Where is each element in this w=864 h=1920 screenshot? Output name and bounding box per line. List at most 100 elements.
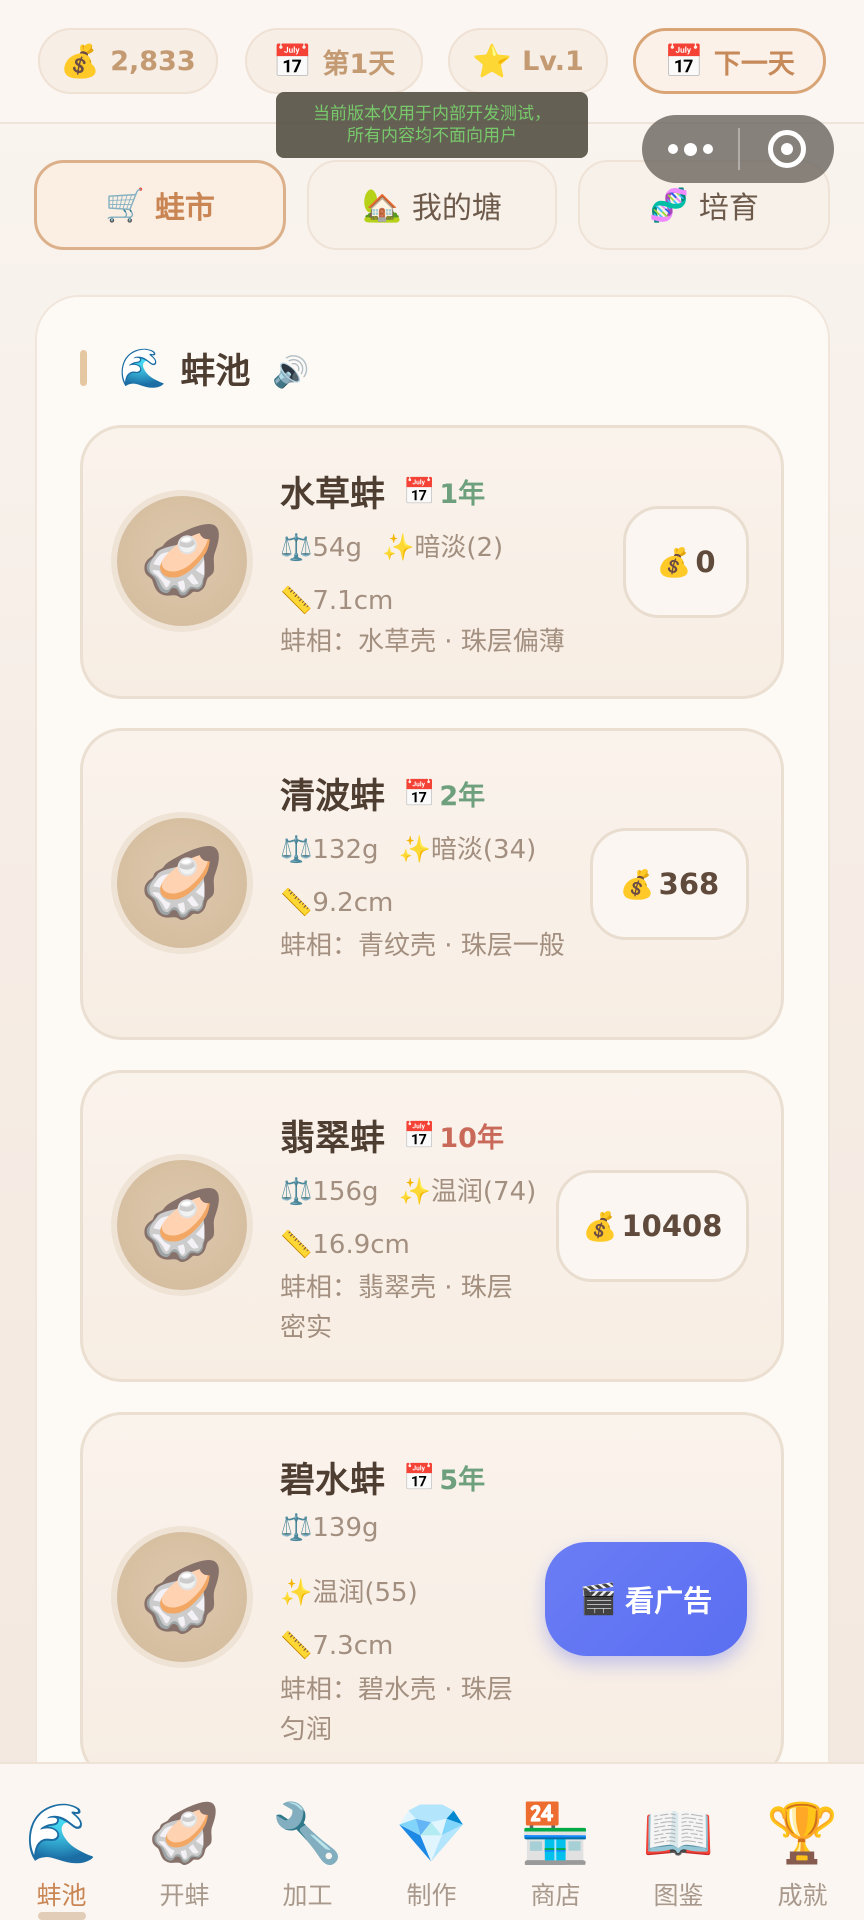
clam-avatar: 🦪 — [117, 1160, 247, 1290]
clam-age: 📅 2年 — [403, 774, 485, 813]
clam-size-line: 📏16.9cm — [280, 1230, 410, 1260]
more-menu-button[interactable] — [642, 115, 738, 183]
clam-stats: ⚖️139g — [280, 1513, 379, 1543]
level-pill: ⭐ Lv.1 — [448, 28, 608, 94]
price-value: 0 — [695, 545, 716, 579]
wave-icon: 🌊 — [119, 345, 167, 390]
house-icon: 🏡 — [362, 186, 402, 224]
toast-line-1: 当前版本仅用于内部开发测试， — [313, 104, 551, 124]
clam-appearance: 蚌相：碧水壳 · 珠层匀润 — [280, 1675, 513, 1745]
nav-item-store[interactable]: 🏪 商店 — [494, 1764, 617, 1920]
tab-label: 蛙市 — [154, 191, 215, 226]
more-dots-icon — [667, 144, 678, 154]
tab-label: 我的塘 — [411, 191, 502, 226]
oyster-icon: 🦪 — [139, 1558, 225, 1637]
clam-size-line: 📏7.1cm — [280, 586, 393, 616]
clam-stats: ⚖️156g ✨温润(74) — [280, 1171, 536, 1208]
clam-name: 清波蚌 — [280, 777, 386, 817]
clam-appearance: 蚌相：水草壳 · 珠层偏薄 — [280, 627, 565, 657]
section-title: 蚌池 — [180, 351, 251, 392]
tab-my-pond[interactable]: 🏡 我的塘 — [307, 160, 557, 250]
ruler-icon: 📏 — [280, 888, 313, 918]
calendar-icon: 📅 — [664, 42, 704, 80]
watch-ad-button[interactable]: 🎬 看广告 — [545, 1542, 747, 1656]
clam-luster: 温润(55) — [312, 1578, 418, 1608]
watch-ad-label: 看广告 — [625, 1584, 713, 1618]
level-value: Lv.1 — [522, 45, 584, 77]
calendar-icon: 📅 — [403, 476, 436, 507]
clam-size-line: 📏9.2cm — [280, 888, 393, 918]
trophy-icon: 🏆 — [766, 1799, 839, 1867]
price-value: 10408 — [621, 1209, 723, 1243]
clam-age-value: 1年 — [439, 479, 486, 510]
ruler-icon: 📏 — [280, 586, 313, 616]
clam-size-line: 📏7.3cm — [280, 1631, 393, 1661]
calendar-icon: 📅 — [403, 1462, 436, 1493]
scale-icon: ⚖️ — [280, 533, 313, 563]
day-value: 第1天 — [322, 48, 396, 80]
clam-luster: 温润(74) — [430, 1177, 537, 1207]
miniprogram-capsule — [642, 115, 834, 183]
ruler-icon: 📏 — [280, 1230, 313, 1260]
nav-item-codex[interactable]: 📖 图鉴 — [617, 1764, 740, 1920]
nav-item-open[interactable]: 🦪 开蚌 — [123, 1764, 246, 1920]
price-button[interactable]: 💰 368 — [590, 828, 749, 940]
clam-luster: 暗淡(2) — [414, 533, 504, 563]
store-icon: 🏪 — [519, 1799, 592, 1867]
clam-name: 翡翠蚌 — [280, 1119, 386, 1159]
price-button[interactable]: 💰 10408 — [556, 1170, 749, 1282]
money-bag-icon: 💰 — [60, 42, 101, 80]
nav-item-pool[interactable]: 🌊 蚌池 — [0, 1764, 123, 1920]
money-bag-icon: 💰 — [582, 1209, 618, 1243]
nav-item-achievements[interactable]: 🏆 成就 — [741, 1764, 864, 1920]
bottom-nav: 🌊 蚌池 🦪 开蚌 🔧 加工 💎 制作 🏪 商店 📖 图鉴 🏆 成就 — [0, 1762, 864, 1920]
coins-value: 2,833 — [110, 45, 196, 77]
more-dots-icon — [683, 142, 697, 156]
dna-icon: 🧬 — [649, 186, 689, 224]
sparkles-icon: ✨ — [398, 835, 431, 865]
oyster-icon: 🦪 — [139, 1186, 225, 1265]
clam-weight: 156g — [312, 1177, 379, 1207]
nav-label: 图鉴 — [653, 1881, 704, 1910]
nav-label: 商店 — [530, 1881, 581, 1910]
next-day-label: 下一天 — [713, 48, 795, 80]
oyster-icon: 🦪 — [139, 522, 225, 601]
money-bag-icon: 💰 — [656, 545, 692, 579]
tab-market[interactable]: 🛒 蛙市 — [34, 160, 286, 250]
section-header: 🌊 蚌池 🔊 — [80, 340, 310, 396]
more-dots-icon — [702, 144, 713, 154]
target-icon — [768, 130, 806, 168]
app-page: 💰 2,833 📅 第1天 ⭐ Lv.1 📅 下一天 🛒 蛙市 🏡 我的塘 🧬 … — [0, 0, 864, 1920]
clam-avatar: 🦪 — [117, 1532, 247, 1662]
clam-weight: 139g — [312, 1513, 379, 1543]
scale-icon: ⚖️ — [280, 1177, 313, 1207]
wave-icon: 🌊 — [25, 1799, 98, 1867]
clam-name: 水草蚌 — [280, 475, 386, 515]
nav-item-process[interactable]: 🔧 加工 — [246, 1764, 369, 1920]
clam-size: 7.3cm — [312, 1631, 394, 1661]
next-day-button[interactable]: 📅 下一天 — [633, 28, 826, 94]
nav-label: 蚌池 — [36, 1881, 87, 1910]
clam-stats: ⚖️54g ✨暗淡(2) — [280, 527, 503, 564]
clam-age-value: 2年 — [439, 781, 486, 812]
oyster-icon: 🦪 — [148, 1799, 221, 1867]
nav-active-indicator — [38, 1912, 86, 1920]
oyster-icon: 🦪 — [139, 844, 225, 923]
dev-notice-toast: 当前版本仅用于内部开发测试， 所有内容均不面向用户 — [276, 92, 588, 158]
speaker-icon[interactable]: 🔊 — [272, 355, 309, 390]
clam-age: 📅 10年 — [403, 1116, 504, 1155]
clam-age: 📅 5年 — [403, 1458, 485, 1497]
nav-label: 加工 — [282, 1881, 333, 1910]
clam-name: 碧水蚌 — [280, 1461, 386, 1501]
clam-luster-line: ✨温润(55) — [280, 1572, 418, 1609]
clapper-icon: 🎬 — [579, 1581, 618, 1617]
clam-size: 9.2cm — [312, 888, 394, 918]
section-accent-bar — [80, 350, 87, 386]
cart-icon: 🛒 — [105, 186, 145, 224]
day-pill: 📅 第1天 — [245, 28, 423, 94]
nav-label: 成就 — [777, 1881, 828, 1910]
price-button[interactable]: 💰 0 — [623, 506, 749, 618]
nav-item-craft[interactable]: 💎 制作 — [370, 1764, 493, 1920]
book-icon: 📖 — [642, 1799, 715, 1867]
close-miniprogram-button[interactable] — [740, 115, 834, 183]
